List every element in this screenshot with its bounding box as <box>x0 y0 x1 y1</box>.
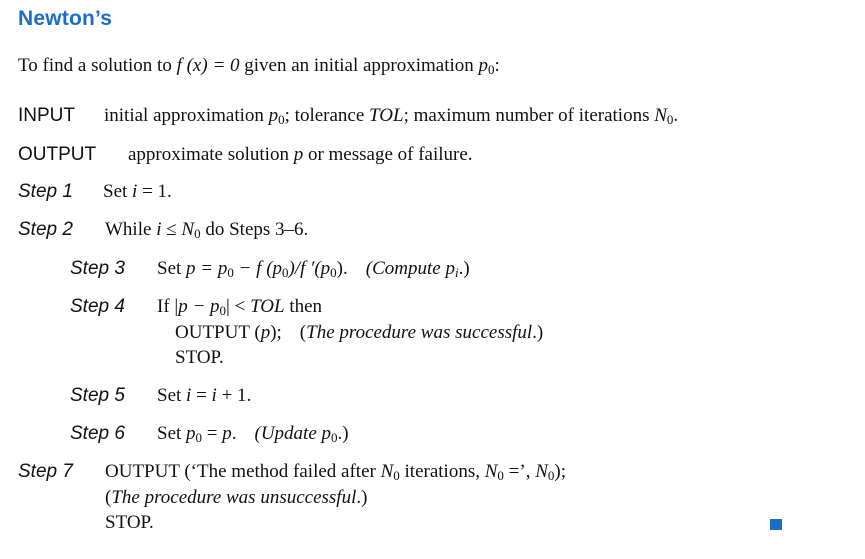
output-label: OUTPUT <box>18 144 97 165</box>
step-label: Step 7 <box>18 461 73 482</box>
intro-text: To find a solution to <box>18 55 177 76</box>
step-expr: )/f ′(p <box>288 258 331 279</box>
step-var: p <box>222 423 232 444</box>
step-comment: (Compute pi.) <box>366 258 470 279</box>
step-text: OUTPUT (‘The method failed after <box>105 461 381 482</box>
step-text: Set <box>157 423 187 444</box>
comment-end: .) <box>458 258 470 279</box>
step-var: N <box>484 461 498 482</box>
step-tol: TOL <box>250 296 285 317</box>
comment-text: (Update <box>254 423 322 444</box>
step-text: | < <box>226 296 251 317</box>
step-text: ); <box>554 461 567 482</box>
output-line: OUTPUT approximate solution p or message … <box>18 144 473 166</box>
failure-comment: (The procedure was unsuccessful.) <box>105 487 368 508</box>
step-5: Step 5 Set i = i + 1. <box>70 385 251 407</box>
step-4: Step 4 If |p − p0| < TOL then <box>70 296 322 318</box>
step-text: While <box>105 219 157 240</box>
step-var: N <box>181 219 195 240</box>
step-text: = <box>202 423 223 444</box>
step-comment: (Update p0.) <box>255 423 349 444</box>
comment-text: (Compute <box>365 258 446 279</box>
intro-text-after: given an initial approximation <box>239 55 479 76</box>
step-text: then <box>284 296 323 317</box>
step-text: ). <box>336 258 348 279</box>
step-4-stop: STOP. <box>175 347 224 368</box>
step-text: Set <box>157 385 187 406</box>
step-text: If | <box>157 296 179 317</box>
input-var-p: p <box>268 105 279 126</box>
step-text: = <box>191 385 212 406</box>
output-var: p <box>293 144 304 165</box>
input-tol: TOL <box>369 105 404 126</box>
step-text: = 1. <box>137 181 172 202</box>
step-text: + 1. <box>216 385 252 406</box>
step-var: p <box>186 423 196 444</box>
step-var: N <box>380 461 394 482</box>
success-comment: (The procedure was successful.) <box>299 322 544 343</box>
step-text: do Steps 3–6. <box>200 219 309 240</box>
step-1: Step 1 Set i = 1. <box>18 181 172 203</box>
step-label: Step 1 <box>18 181 73 202</box>
step-text: Set <box>157 258 187 279</box>
algorithm-title: Newton’s <box>18 7 113 30</box>
step-expr: p − p <box>178 296 220 317</box>
input-label: INPUT <box>18 105 75 126</box>
step-label: Step 4 <box>70 296 125 317</box>
comment-var: p <box>321 423 332 444</box>
step-label: Step 6 <box>70 423 125 444</box>
step-var: p <box>260 322 271 343</box>
input-line: INPUT initial approximation p0; tolerance… <box>18 105 678 127</box>
comment-var: p <box>445 258 455 279</box>
step-var: N <box>535 461 548 482</box>
step-expr: p = p <box>186 258 228 279</box>
step-text: ≤ <box>161 219 182 240</box>
step-6: Step 6 Set p0 = p. (Update p0.) <box>70 423 349 445</box>
input-var-n: N <box>654 105 667 126</box>
step-text: ); <box>270 322 282 343</box>
intro-end: : <box>494 55 500 76</box>
intro-var: p <box>478 55 489 76</box>
comment-end: .) <box>337 423 349 444</box>
output-text: approximate solution <box>128 144 294 165</box>
step-text: =’, <box>503 461 536 482</box>
input-text-2: ; tolerance <box>284 105 370 126</box>
step-text: iterations, <box>399 461 485 482</box>
input-end: . <box>673 105 679 126</box>
step-text: OUTPUT ( <box>175 322 261 343</box>
step-2: Step 2 While i ≤ N0 do Steps 3–6. <box>18 219 308 241</box>
output-text-2: or message of failure. <box>303 144 473 165</box>
step-3: Step 3 Set p = p0 − f (p0)/f ′(p0). (Compu… <box>70 258 470 280</box>
step-label: Step 2 <box>18 219 73 240</box>
input-text-3: ; maximum number of iterations <box>403 105 655 126</box>
step-7-stop: STOP. <box>105 512 154 533</box>
intro-equation: f (x) = 0 <box>176 55 240 76</box>
step-label: Step 3 <box>70 258 125 279</box>
step-text: Set <box>103 181 133 202</box>
end-of-algorithm-square-icon <box>770 519 782 530</box>
intro-line: To find a solution to f (x) = 0 given an… <box>18 55 500 77</box>
step-expr: − f (p <box>233 258 283 279</box>
step-label: Step 5 <box>70 385 125 406</box>
step-4-output-line: OUTPUT (p); (The procedure was successful… <box>175 322 543 344</box>
input-text: initial approximation <box>104 105 269 126</box>
step-7: Step 7 OUTPUT (‘The method failed after N… <box>18 461 566 483</box>
step-text: . <box>231 423 237 444</box>
